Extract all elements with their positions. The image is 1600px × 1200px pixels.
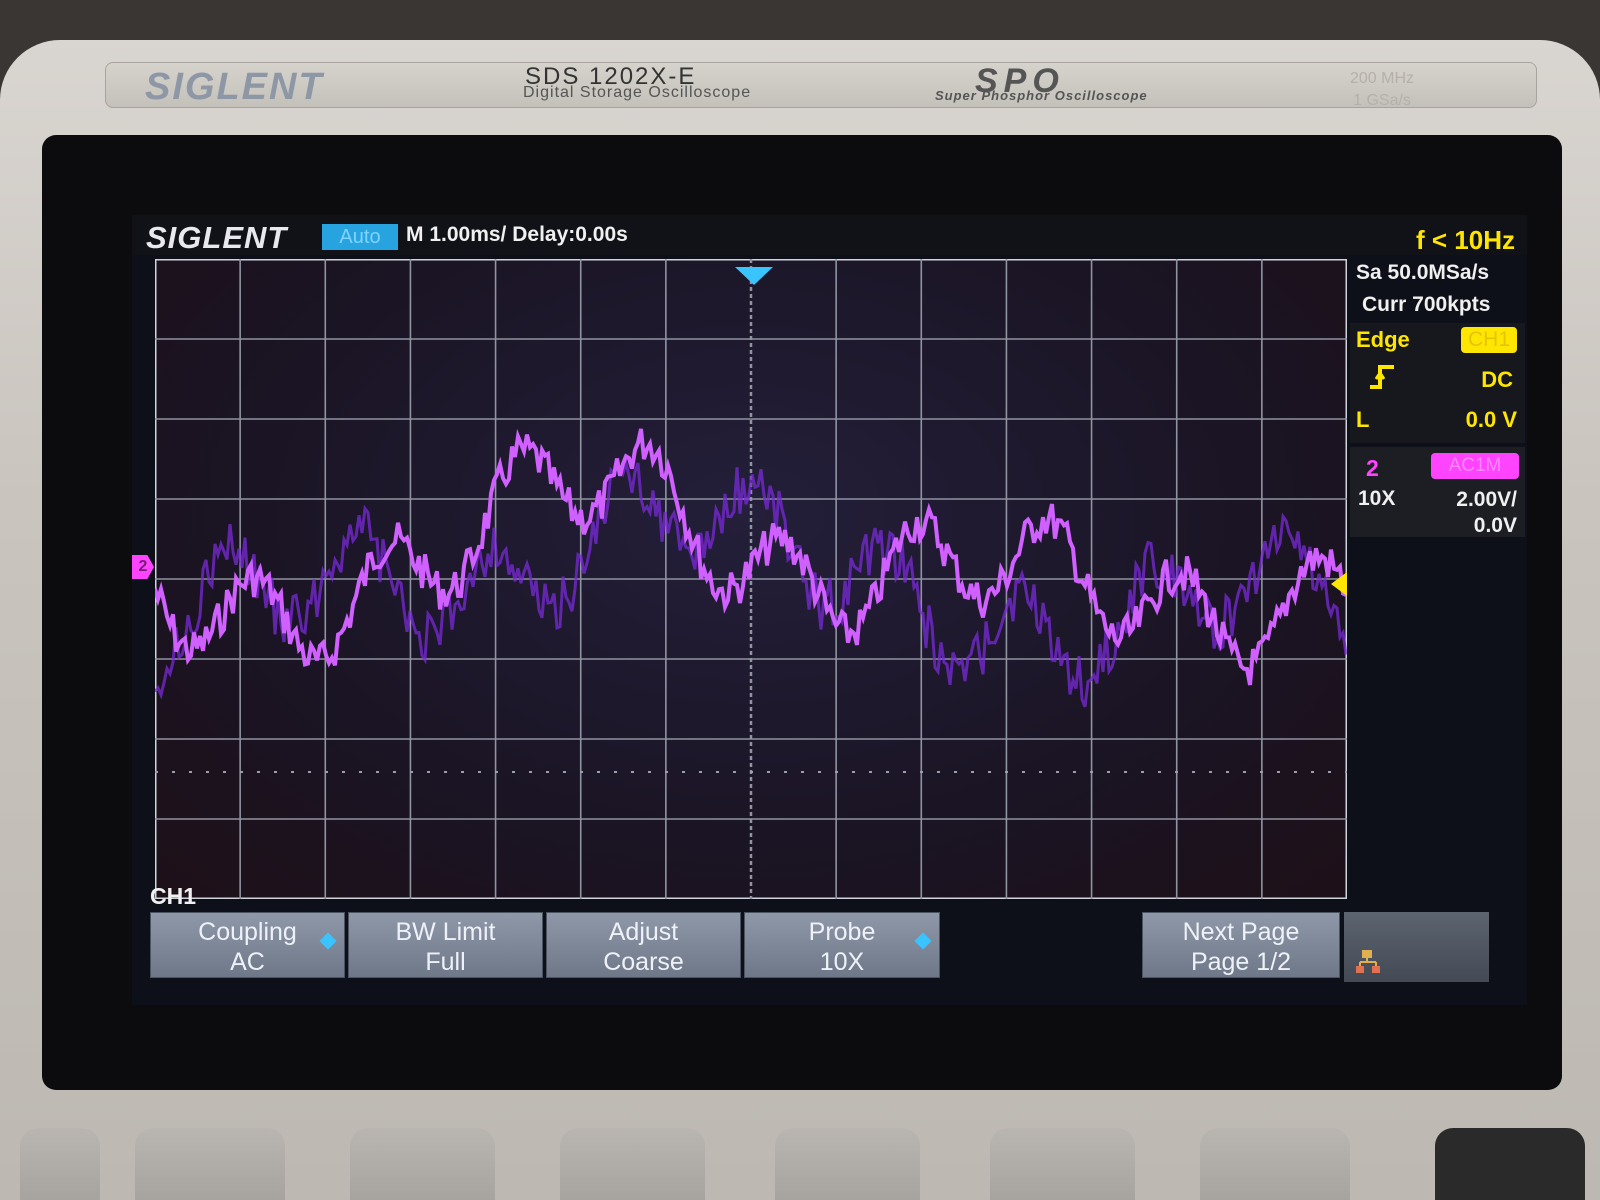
spec-label: 200 MHz 1 GSa/s (1350, 68, 1414, 112)
status-bar: SIGLENT Auto M 1.00ms/ Delay:0.00s (132, 215, 1527, 255)
softkey-value: Coarse (603, 948, 684, 976)
front-button-1[interactable] (20, 1128, 100, 1200)
channel2-coupling-badge: AC1M (1431, 453, 1519, 479)
lcd-screen: SIGLENT Auto M 1.00ms/ Delay:0.00s 2 f <… (132, 215, 1527, 1005)
trigger-position-marker (735, 267, 773, 285)
channel2-offset: 0.0V (1473, 514, 1517, 537)
channel2-probe: 10X (1358, 487, 1396, 510)
network-icon[interactable] (1344, 912, 1489, 982)
softkey-value: Page 1/2 (1190, 948, 1292, 976)
trigger-type: Edge (1356, 327, 1410, 352)
channel-ground-marker[interactable]: 2 (132, 555, 154, 579)
frequency-counter: f < 10Hz (1416, 225, 1515, 255)
brand-logo: SIGLENT (145, 66, 324, 108)
front-button-7[interactable] (1200, 1128, 1350, 1200)
model-subtitle: Digital Storage Oscilloscope (523, 84, 752, 101)
softkey-label: Adjust (608, 918, 679, 946)
front-button-4[interactable] (560, 1128, 705, 1200)
softkey-label: Next Page (1182, 918, 1300, 946)
softkey-value: 10X (819, 948, 865, 976)
rising-edge-icon (1368, 363, 1396, 398)
info-sidebar: f < 10Hz Sa 50.0MSa/s Curr 700kpts Edge … (1350, 215, 1527, 895)
next-page-softkey[interactable]: Next Page Page 1/2 (1142, 912, 1340, 978)
channel2-panel[interactable]: 2 AC1M 10X 2.00V/ 0.0V (1350, 447, 1525, 537)
front-button-3[interactable] (350, 1128, 495, 1200)
trigger-coupling: DC (1481, 367, 1513, 392)
spec-samplerate: 1 GSa/s (1353, 92, 1411, 109)
bw-limit-softkey[interactable]: BW Limit Full (348, 912, 543, 978)
menu-title: CH1 (150, 883, 197, 909)
sample-rate: Sa 50.0MSa/s (1356, 261, 1490, 284)
spec-bandwidth: 200 MHz (1350, 70, 1415, 87)
front-button-8[interactable] (1435, 1128, 1585, 1200)
softkey-label: Coupling (198, 918, 297, 946)
trigger-level-label: L (1356, 407, 1370, 432)
softkey-value: AC (230, 948, 265, 976)
coupling-softkey[interactable]: Coupling AC (150, 912, 345, 978)
memory-depth: Curr 700kpts (1362, 293, 1491, 316)
softkey-value: Full (425, 948, 466, 976)
trigger-panel[interactable]: Edge CH1 DC L 0.0 V (1350, 323, 1525, 443)
spo-subtitle: Super Phosphor Oscilloscope (935, 88, 1148, 103)
trigger-mode-badge[interactable]: Auto (322, 224, 398, 250)
softkey-label: BW Limit (395, 918, 496, 946)
graticule (155, 259, 1347, 899)
channel2-scale-block: 2.00V/ 0.0V (1456, 487, 1517, 539)
trigger-source-badge: CH1 (1461, 327, 1517, 353)
timebase-readout: M 1.00ms/ Delay:0.00s (406, 223, 628, 246)
waveform-display (155, 259, 1347, 899)
front-button-6[interactable] (990, 1128, 1135, 1200)
front-button-5[interactable] (775, 1128, 920, 1200)
channel2-scale: 2.00V/ (1456, 488, 1517, 511)
probe-softkey[interactable]: Probe 10X (744, 912, 940, 978)
softkey-label: Probe (808, 918, 876, 946)
channel2-number: 2 (1366, 455, 1379, 481)
screen-logo: SIGLENT (146, 220, 288, 255)
adjust-softkey[interactable]: Adjust Coarse (546, 912, 741, 978)
front-button-2[interactable] (135, 1128, 285, 1200)
trigger-level-value: 0.0 V (1465, 407, 1517, 432)
